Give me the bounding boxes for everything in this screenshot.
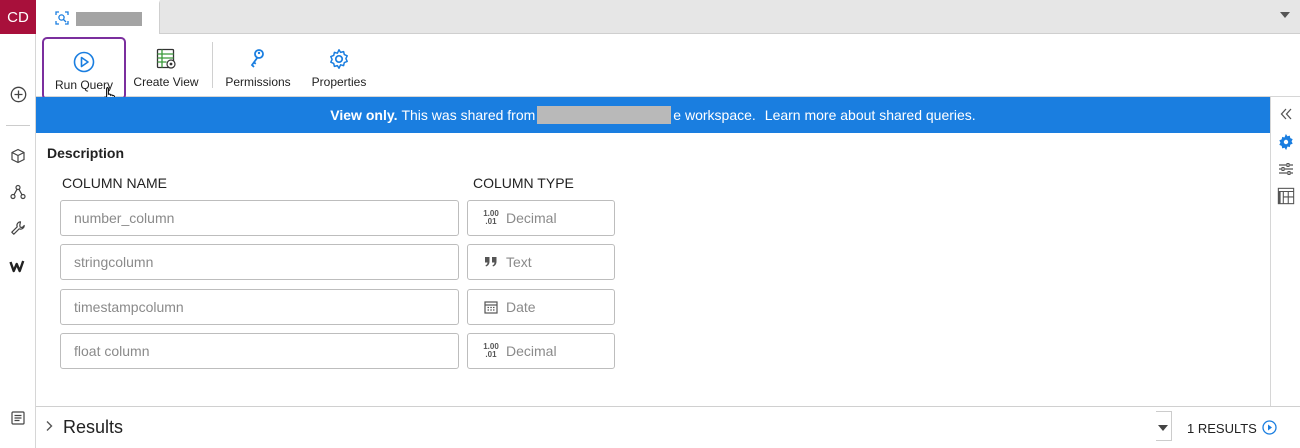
left-rail: CD	[0, 0, 36, 448]
play-circle-icon[interactable]	[1262, 420, 1277, 440]
banner-text-after: e workspace.	[673, 107, 756, 123]
permissions-button[interactable]: Permissions	[222, 38, 294, 94]
keys-icon	[247, 48, 269, 70]
column-type-label: Text	[506, 254, 532, 270]
column-name-field: stringcolumn	[60, 244, 459, 280]
decimal-icon: 1.00.01	[481, 343, 501, 359]
decimal-icon: 1.00.01	[481, 210, 501, 226]
document-list-icon[interactable]	[8, 408, 28, 428]
collapse-double-chevron-icon[interactable]	[1277, 105, 1295, 123]
banner-text-before: This was shared from	[401, 107, 536, 123]
query-tab-icon	[54, 10, 70, 26]
column-type-field: 1.00.01 Decimal	[467, 333, 615, 369]
column-type-label: Date	[506, 299, 536, 315]
cube-icon[interactable]	[8, 146, 28, 166]
view-only-banner: View only. This was shared from e worksp…	[36, 97, 1270, 133]
create-view-label: Create View	[133, 75, 199, 89]
column-name-field: float column	[60, 333, 459, 369]
rail-divider	[6, 125, 30, 126]
table-eye-icon	[155, 48, 177, 70]
results-dropdown[interactable]	[1156, 411, 1172, 441]
right-rail	[1270, 97, 1300, 406]
banner-bold-text: View only.	[330, 107, 398, 123]
description-label: Description	[47, 145, 125, 161]
chevron-right-icon[interactable]	[45, 420, 53, 435]
column-type-field: Text	[467, 244, 615, 280]
avatar[interactable]: CD	[0, 0, 36, 34]
learn-more-link[interactable]: Learn more about shared queries.	[765, 107, 976, 123]
column-type-field: Date	[467, 289, 615, 325]
decimal-icon-bottom: .01	[485, 217, 497, 226]
query-tab[interactable]	[36, 0, 160, 34]
permissions-label: Permissions	[225, 75, 291, 89]
decimal-icon-bottom: .01	[485, 350, 497, 359]
w-logo-icon[interactable]	[8, 256, 28, 276]
column-name-field: number_column	[60, 200, 459, 236]
tab-overflow-chevron-icon[interactable]	[1280, 12, 1290, 18]
results-count: 1 RESULTS	[1187, 421, 1257, 436]
wrench-icon[interactable]	[8, 218, 28, 238]
calendar-icon	[481, 300, 501, 314]
gear-icon[interactable]	[1277, 133, 1295, 151]
toolbar: Run Query Create View Permissions Proper…	[36, 34, 1300, 105]
column-name-field: timestampcolumn	[60, 289, 459, 325]
quote-icon	[481, 256, 501, 268]
column-type-header: COLUMN TYPE	[473, 175, 574, 191]
column-name-header: COLUMN NAME	[62, 175, 168, 191]
tab-strip	[36, 0, 1300, 34]
results-label[interactable]: Results	[63, 417, 123, 438]
properties-label: Properties	[311, 75, 367, 89]
workspace-name-redacted	[537, 106, 672, 124]
play-circle-icon	[73, 51, 95, 73]
create-view-button[interactable]: Create View	[132, 38, 200, 94]
column-type-label: Decimal	[506, 343, 557, 359]
toolbar-divider	[212, 42, 213, 88]
table-layout-icon[interactable]	[1277, 187, 1295, 205]
results-bar: Results 1 RESULTS	[36, 406, 1300, 448]
properties-button[interactable]: Properties	[306, 38, 372, 94]
graph-nodes-icon[interactable]	[8, 182, 28, 202]
gear-icon	[328, 48, 350, 70]
add-circle-icon[interactable]	[8, 84, 28, 104]
column-type-label: Decimal	[506, 210, 557, 226]
sliders-icon[interactable]	[1277, 160, 1295, 178]
column-type-field: 1.00.01 Decimal	[467, 200, 615, 236]
tab-title-redacted	[76, 12, 142, 26]
